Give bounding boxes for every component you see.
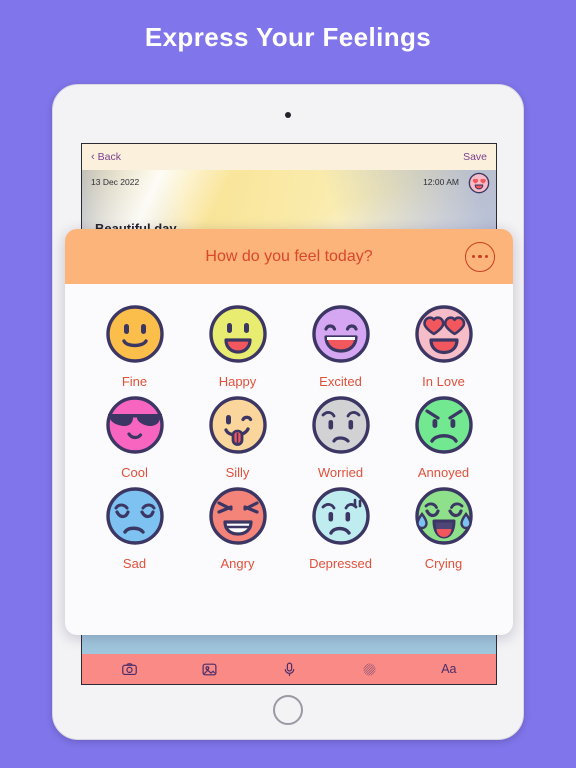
back-button-label: Back (97, 151, 122, 163)
mood-face-fine-icon (105, 305, 164, 366)
mood-label-depressed: Depressed (309, 556, 372, 571)
mood-face-in-love-icon (414, 305, 473, 366)
mood-picker-modal: How do you feel today? Fine Happy Excite… (65, 229, 513, 635)
mood-face-angry-icon (208, 487, 267, 548)
mood-face-crying-icon (414, 487, 473, 548)
tablet-frame: ‹ Back Save 13 Dec 2022 12:00 AM Beautif… (52, 84, 524, 740)
mood-option-fine[interactable]: Fine (83, 302, 186, 389)
mood-modal-title: How do you feel today? (205, 247, 373, 265)
note-mood-badge-in-love-icon[interactable] (468, 172, 490, 194)
mood-label-fine: Fine (121, 374, 148, 389)
save-button[interactable]: Save (463, 151, 487, 163)
dot-3 (484, 254, 489, 259)
mood-face-sad-icon (105, 487, 164, 548)
mood-label-cool: Cool (121, 465, 148, 480)
dot-1 (471, 254, 476, 259)
mood-option-crying[interactable]: Crying (392, 484, 495, 571)
note-navbar: ‹ Back Save (82, 144, 496, 170)
camera-icon[interactable] (121, 661, 138, 678)
home-button[interactable] (273, 695, 303, 725)
note-meta: 13 Dec 2022 12:00 AM (91, 177, 487, 187)
mood-face-excited-icon (311, 305, 370, 366)
image-icon[interactable] (201, 661, 218, 678)
mood-label-happy: Happy (218, 374, 257, 389)
mood-face-worried-icon (311, 396, 370, 457)
mood-face-happy-icon (208, 305, 267, 366)
chevron-left-icon: ‹ (91, 150, 95, 163)
dot-2 (478, 254, 482, 259)
note-toolbar: Aa (82, 654, 496, 684)
more-options-icon[interactable] (465, 241, 495, 272)
mood-label-annoyed: Annoyed (417, 465, 470, 480)
mood-option-sad[interactable]: Sad (83, 484, 186, 571)
mood-option-worried[interactable]: Worried (289, 393, 392, 480)
mood-label-crying: Crying (424, 556, 463, 571)
mood-option-silly[interactable]: Silly (186, 393, 289, 480)
back-button[interactable]: ‹ Back (91, 151, 121, 163)
mood-label-in-love: In Love (422, 374, 465, 389)
mood-option-depressed[interactable]: Depressed (289, 484, 392, 571)
microphone-icon[interactable] (281, 661, 298, 678)
mood-label-angry: Angry (220, 556, 255, 571)
brush-pattern-icon[interactable] (361, 661, 378, 678)
text-format-icon[interactable]: Aa (441, 662, 456, 676)
mood-option-angry[interactable]: Angry (186, 484, 289, 571)
note-time: 12:00 AM (423, 177, 459, 187)
mood-face-depressed-icon (311, 487, 370, 548)
mood-option-in-love[interactable]: In Love (392, 302, 495, 389)
mood-face-silly-icon (208, 396, 267, 457)
mood-label-worried: Worried (317, 465, 364, 480)
mood-option-happy[interactable]: Happy (186, 302, 289, 389)
page-title: Express Your Feelings (144, 22, 432, 52)
mood-label-excited: Excited (319, 374, 362, 389)
mood-grid: Fine Happy Excited In Love Cool Silly Wo… (65, 284, 513, 581)
mood-option-annoyed[interactable]: Annoyed (392, 393, 495, 480)
mood-face-annoyed-icon (414, 396, 473, 457)
mood-option-excited[interactable]: Excited (289, 302, 392, 389)
note-date: 13 Dec 2022 (91, 177, 140, 187)
front-camera-icon (285, 112, 291, 118)
mood-label-silly: Silly (225, 465, 250, 480)
mood-modal-header: How do you feel today? (65, 229, 513, 284)
mood-label-sad: Sad (122, 556, 147, 571)
mood-face-cool-icon (105, 396, 164, 457)
mood-option-cool[interactable]: Cool (83, 393, 186, 480)
